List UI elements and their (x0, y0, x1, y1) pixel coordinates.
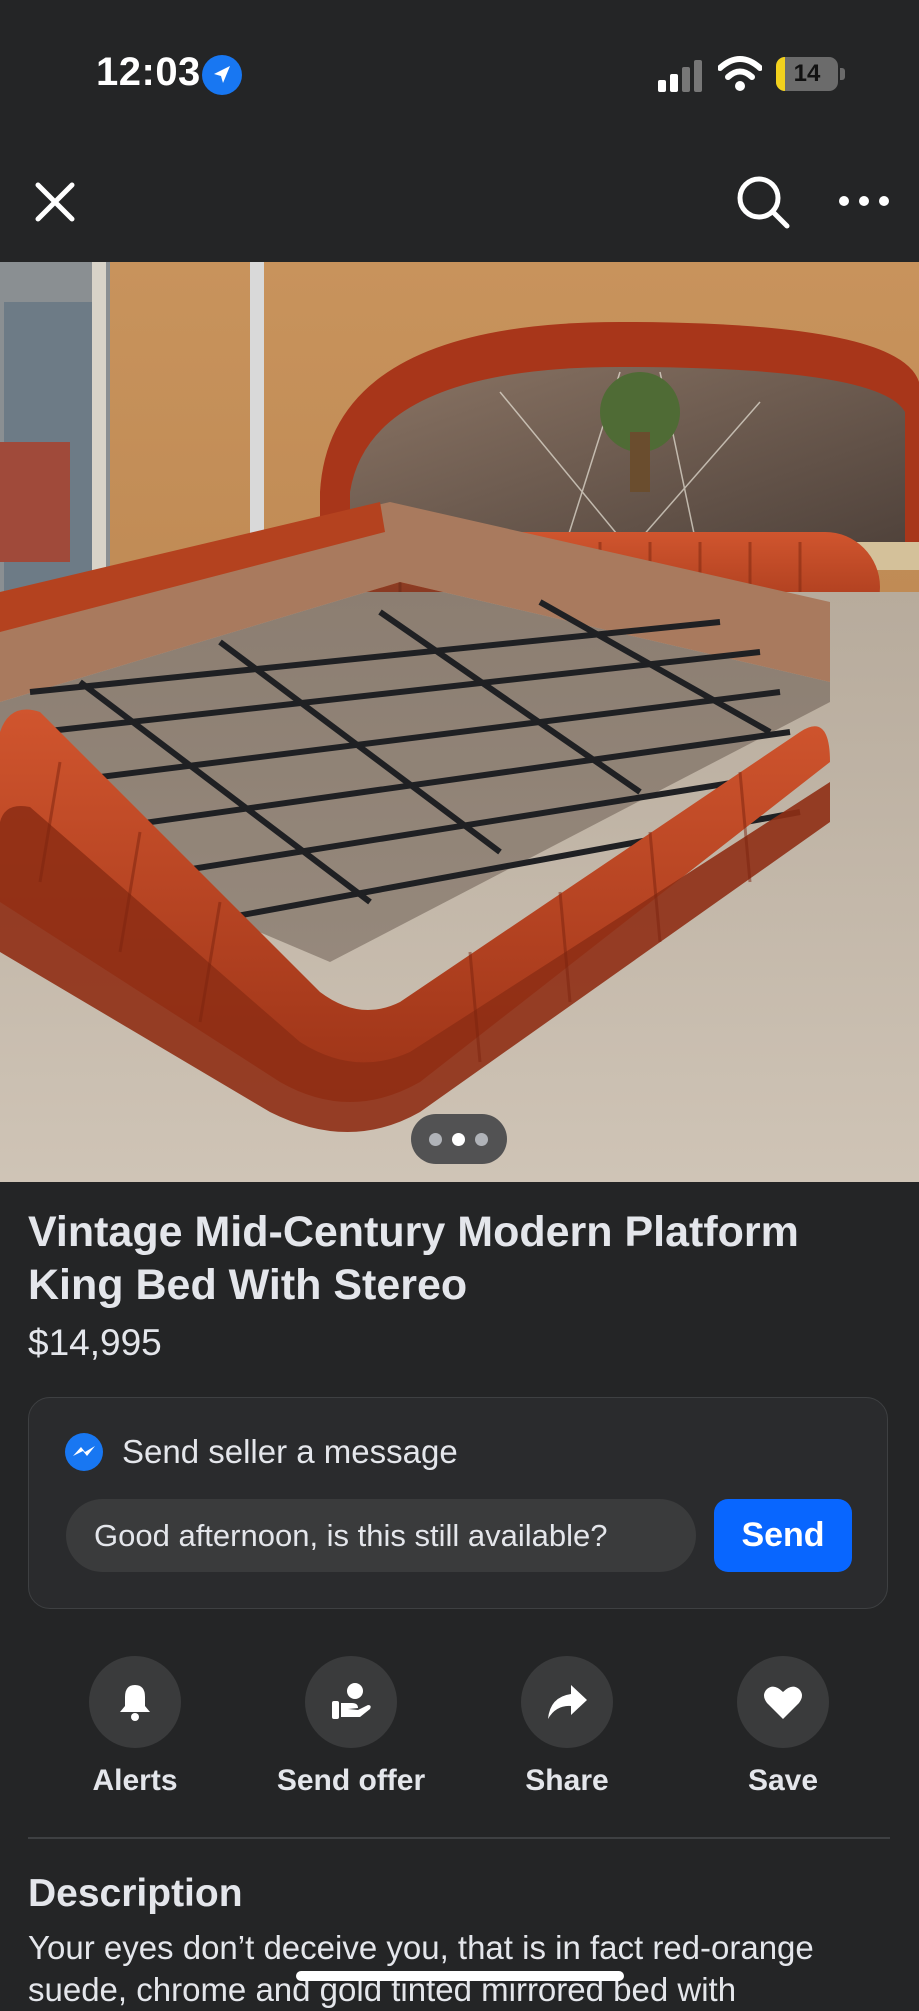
divider (28, 1837, 890, 1839)
share-circle (521, 1656, 613, 1748)
send-offer-button[interactable]: Send offer (251, 1656, 451, 1797)
photo-page-dot (475, 1133, 488, 1146)
battery-cap (840, 68, 845, 80)
close-icon[interactable] (28, 175, 82, 229)
alerts-label: Alerts (92, 1764, 178, 1797)
heart-icon (764, 1686, 802, 1719)
share-label: Share (525, 1764, 609, 1797)
messenger-icon (65, 1433, 103, 1471)
message-input[interactable] (66, 1499, 696, 1572)
save-circle (737, 1656, 829, 1748)
bed-photo-illustration (0, 262, 919, 1182)
photo-page-dot-active (452, 1133, 465, 1146)
listing-price: $14,995 (28, 1322, 162, 1363)
share-button[interactable]: Share (467, 1656, 667, 1797)
alerts-circle (89, 1656, 181, 1748)
wifi-icon (718, 56, 762, 91)
send-offer-label: Send offer (276, 1764, 426, 1797)
location-arrow-icon (202, 55, 242, 95)
status-time: 12:03 (96, 50, 201, 94)
save-button[interactable]: Save (683, 1656, 883, 1797)
description-text: Your eyes don’t deceive you, that is in … (28, 1929, 814, 2008)
listing-photo[interactable] (0, 262, 919, 1182)
save-label: Save (747, 1764, 819, 1797)
description-heading: Description (28, 1872, 243, 1915)
share-icon (548, 1685, 587, 1719)
alerts-button[interactable]: Alerts (35, 1656, 235, 1797)
send-offer-icon (332, 1683, 371, 1719)
send-seller-message-label: Send seller a message (122, 1433, 458, 1470)
bell-icon (120, 1685, 150, 1721)
signal-icon (658, 60, 702, 92)
more-icon[interactable] (836, 183, 892, 219)
battery-icon: 14 (776, 57, 838, 91)
action-bar: Alerts Send offer Share Save (0, 1656, 919, 1797)
photo-page-dot (429, 1133, 442, 1146)
send-button[interactable]: Send (714, 1499, 852, 1572)
send-offer-circle (305, 1656, 397, 1748)
photo-pagination[interactable] (411, 1114, 507, 1164)
battery-level: 14 (793, 60, 821, 87)
home-indicator[interactable] (296, 1971, 624, 1981)
search-icon[interactable] (734, 173, 792, 231)
listing-title: Vintage Mid-Century Modern Platform King… (28, 1208, 799, 1309)
